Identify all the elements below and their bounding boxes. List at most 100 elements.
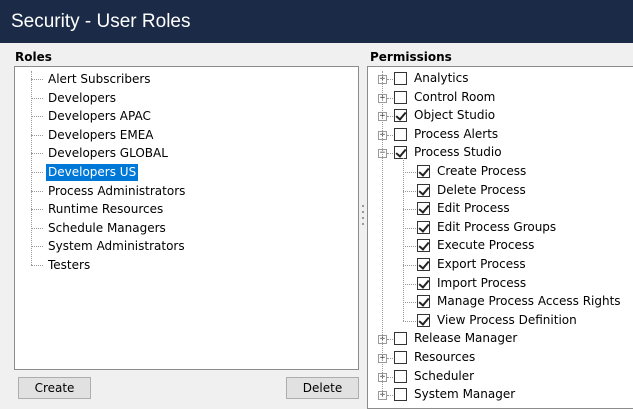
permission-group[interactable]: + Object Studio xyxy=(368,107,633,124)
tree-connector xyxy=(31,227,43,229)
tree-connector xyxy=(403,172,416,173)
permission-item[interactable]: Create Process xyxy=(368,163,633,180)
permissions-header: Permissions xyxy=(370,50,452,64)
roles-list[interactable]: Alert Subscribers Developers Developers AP… xyxy=(14,66,359,370)
permission-checkbox[interactable] xyxy=(394,109,407,123)
role-item[interactable]: Developers GLOBAL xyxy=(46,145,170,162)
permission-group[interactable]: + Process Alerts xyxy=(368,126,633,143)
role-item[interactable]: Process Administrators xyxy=(46,183,187,200)
permission-label: Process Alerts xyxy=(414,126,499,141)
permission-checkbox[interactable] xyxy=(417,220,430,234)
tree-connector xyxy=(387,358,393,359)
permission-checkbox[interactable] xyxy=(394,369,407,383)
tree-connector xyxy=(403,158,404,321)
permission-label: Control Room xyxy=(414,89,496,104)
permission-group[interactable]: − Process Studio xyxy=(368,144,633,161)
permission-group[interactable]: + Control Room xyxy=(368,89,633,106)
permission-label: View Process Definition xyxy=(437,312,577,327)
permission-label: Resources xyxy=(414,350,476,364)
permission-item[interactable]: View Process Definition xyxy=(368,312,633,329)
permission-group[interactable]: + Analytics xyxy=(368,70,633,87)
tree-connector xyxy=(31,79,43,80)
permission-checkbox[interactable] xyxy=(417,276,430,290)
permission-checkbox[interactable] xyxy=(394,90,407,104)
permission-label: Import Process xyxy=(437,275,527,290)
tree-connector xyxy=(387,116,393,118)
role-item[interactable]: Developers US xyxy=(46,164,139,181)
tree-connector xyxy=(403,209,416,211)
tree-connector xyxy=(31,153,43,155)
permission-label: Analytics xyxy=(414,71,469,85)
permission-group[interactable]: + Release Manager xyxy=(368,330,633,347)
roles-header: Roles xyxy=(15,50,52,64)
permission-group[interactable]: + System Manager xyxy=(368,386,633,403)
permission-checkbox[interactable] xyxy=(417,258,430,271)
tree-connector xyxy=(387,97,393,99)
tree-connector xyxy=(403,320,416,322)
permission-label: Create Process xyxy=(437,164,527,178)
tree-connector xyxy=(31,172,43,173)
permission-checkbox[interactable] xyxy=(417,295,430,309)
splitter-handle[interactable] xyxy=(361,205,365,235)
permission-group[interactable]: + Scheduler xyxy=(368,368,633,385)
permission-checkbox[interactable] xyxy=(394,72,407,85)
permission-label: Release Manager xyxy=(414,331,518,346)
permission-label: Delete Process xyxy=(437,182,526,197)
permission-label: Scheduler xyxy=(414,368,475,383)
tree-connector xyxy=(403,227,416,229)
permission-label: System Manager xyxy=(414,387,516,402)
tree-connector xyxy=(387,395,393,397)
permission-item[interactable]: Delete Process xyxy=(368,182,633,199)
permission-group[interactable]: + Resources xyxy=(368,349,633,366)
tree-connector xyxy=(31,116,43,118)
permission-item[interactable]: Import Process xyxy=(368,275,633,292)
permission-checkbox[interactable] xyxy=(417,183,430,197)
role-item[interactable]: Developers xyxy=(46,90,118,107)
permission-label: Edit Process Groups xyxy=(437,219,557,234)
tree-connector xyxy=(31,190,43,192)
permission-item[interactable]: Export Process xyxy=(368,256,633,273)
create-button[interactable]: Create xyxy=(18,377,91,399)
permission-checkbox[interactable] xyxy=(394,332,407,346)
tree-connector xyxy=(387,134,393,136)
tree-connector xyxy=(387,79,393,80)
tree-connector xyxy=(403,302,416,304)
tree-connector xyxy=(31,134,43,136)
permission-label: Manage Process Access Rights xyxy=(437,294,621,309)
permission-item[interactable]: Manage Process Access Rights xyxy=(368,293,633,310)
window-title: Security - User Roles xyxy=(0,0,633,43)
permission-checkbox[interactable] xyxy=(417,239,430,253)
role-item[interactable]: Testers xyxy=(46,257,92,274)
role-item[interactable]: System Administrators xyxy=(46,238,187,255)
permissions-tree[interactable]: + Analytics + Control Room + Object Studio + Pr… xyxy=(367,66,633,409)
permission-checkbox[interactable] xyxy=(394,351,407,364)
permission-label: Execute Process xyxy=(437,238,535,253)
tree-connector xyxy=(387,339,393,341)
delete-button[interactable]: Delete xyxy=(286,377,359,399)
permission-checkbox[interactable] xyxy=(417,202,430,216)
permission-item[interactable]: Edit Process Groups xyxy=(368,219,633,236)
role-item[interactable]: Runtime Resources xyxy=(46,201,165,218)
permission-checkbox[interactable] xyxy=(394,146,407,160)
tree-connector xyxy=(387,376,393,378)
role-item[interactable]: Alert Subscribers xyxy=(46,71,153,88)
permission-label: Export Process xyxy=(437,257,526,271)
role-item[interactable]: Developers APAC xyxy=(46,108,153,125)
permission-checkbox[interactable] xyxy=(417,313,430,327)
role-item[interactable]: Developers EMEA xyxy=(46,127,156,144)
permission-label: Process Studio xyxy=(414,145,502,160)
role-item[interactable]: Schedule Managers xyxy=(46,220,168,237)
tree-connector xyxy=(382,71,383,398)
tree-connector xyxy=(31,246,43,248)
tree-connector xyxy=(31,71,32,265)
permission-item[interactable]: Execute Process xyxy=(368,237,633,254)
tree-connector xyxy=(403,265,416,266)
permission-checkbox[interactable] xyxy=(394,388,407,402)
permission-checkbox[interactable] xyxy=(394,127,407,141)
tree-connector xyxy=(31,265,43,266)
tree-connector xyxy=(31,209,43,211)
tree-connector xyxy=(403,283,416,285)
permission-checkbox[interactable] xyxy=(417,165,430,178)
permission-item[interactable]: Edit Process xyxy=(368,200,633,217)
tree-connector xyxy=(31,97,43,99)
